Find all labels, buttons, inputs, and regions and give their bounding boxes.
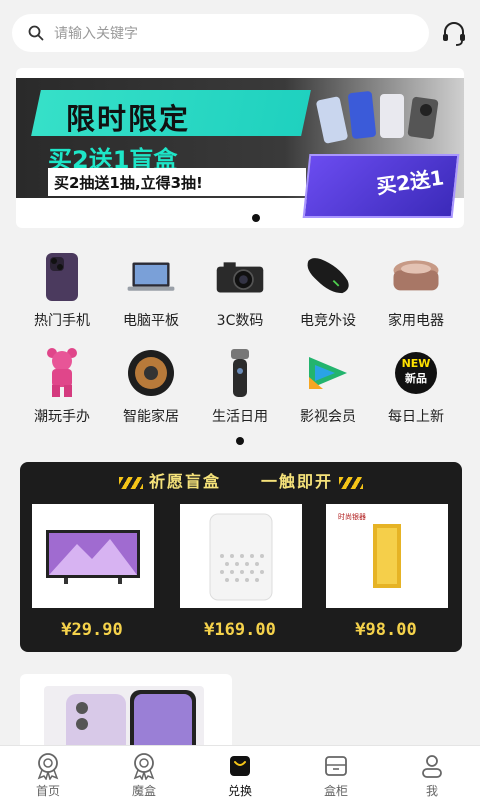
wish-item-card[interactable] (180, 504, 302, 608)
laptop-icon (126, 250, 176, 304)
category-label: 影视会员 (300, 409, 356, 425)
category-label: 电竞外设 (300, 313, 356, 329)
wish-title: 祈愿盲盒 (148, 472, 221, 491)
user-icon (422, 755, 442, 778)
cabinet-icon (325, 756, 347, 776)
category-label: 生活日用 (212, 409, 268, 425)
nav-cabinet[interactable]: 盒柜 (288, 746, 384, 800)
promo-banner[interactable]: 限时限定 买2送1盲盒 买2抽送1抽,立得3抽! 买2送1 (16, 68, 464, 228)
category-toys[interactable]: 潮玩手办 (14, 346, 110, 430)
category-daily-goods[interactable]: 生活日用 (192, 346, 288, 430)
category-label: 3C数码 (216, 313, 264, 329)
category-hot-phones[interactable]: 热门手机 (14, 250, 110, 334)
badge-new-text: NEW (401, 357, 431, 370)
wish-item-card[interactable] (32, 504, 154, 608)
robot-vacuum-icon (126, 346, 176, 400)
nav-label: 首页 (35, 784, 60, 798)
nav-magic-box[interactable]: 魔盒 (96, 746, 192, 800)
carousel-indicator (252, 214, 260, 222)
nav-label: 魔盒 (131, 784, 156, 798)
nav-exchange[interactable]: 兑换 (192, 746, 288, 800)
rice-cooker-icon (391, 250, 441, 304)
search-input[interactable]: 请输入关键字 (12, 14, 429, 52)
tv-icon (46, 530, 140, 584)
medal-icon (133, 753, 155, 780)
top-bar: 请输入关键字 (0, 0, 480, 62)
wish-blind-box-section: 祈愿盲盒 一触即开 时尚银器 ¥29.90 ¥169.00 ¥98.00 (20, 462, 462, 652)
category-label: 智能家居 (123, 409, 179, 425)
category-3c-digital[interactable]: 3C数码 (192, 250, 288, 334)
badge-new-cn-text: 新品 (405, 372, 427, 385)
category-label: 每日上新 (388, 409, 444, 425)
category-smart-home[interactable]: 智能家居 (103, 346, 199, 430)
medal-icon (37, 753, 59, 780)
smartphone-icon (37, 250, 87, 304)
category-label: 潮玩手办 (34, 409, 90, 425)
nav-home[interactable]: 首页 (0, 746, 96, 800)
nav-label: 兑换 (227, 784, 252, 798)
stripe-decoration (339, 476, 364, 489)
new-badge-icon: NEW 新品 (391, 346, 441, 400)
gaming-mouse-icon (303, 250, 353, 304)
bottom-nav: 首页 魔盒 兑换 盒柜 我 (0, 745, 480, 800)
category-label: 热门手机 (34, 313, 90, 329)
nav-me[interactable]: 我 (384, 746, 480, 800)
shaver-icon (215, 346, 265, 400)
wish-header: 祈愿盲盒 一触即开 (20, 468, 462, 496)
category-appliances[interactable]: 家用电器 (368, 250, 464, 334)
phones-illustration-icon (316, 91, 439, 144)
category-video-membership[interactable]: 影视会员 (280, 346, 376, 430)
search-placeholder: 请输入关键字 (54, 26, 138, 42)
bear-figure-icon (37, 346, 87, 400)
stripe-decoration (118, 476, 143, 489)
shopping-bag-icon (230, 756, 250, 776)
category-label: 电脑平板 (123, 313, 179, 329)
nav-label: 盒柜 (323, 784, 348, 798)
air-purifier-icon (209, 513, 273, 601)
camera-icon (215, 250, 265, 304)
category-esports[interactable]: 电竞外设 (280, 250, 376, 334)
banner-subtitle: 买2抽送1抽,立得3抽! (48, 168, 306, 196)
nav-label: 我 (425, 784, 438, 798)
wish-item-price: ¥29.90 (61, 620, 123, 640)
product-card[interactable] (20, 674, 232, 754)
customer-service-icon[interactable] (440, 20, 468, 48)
wish-item-card[interactable]: 时尚银器 (326, 504, 448, 608)
wish-item-price: ¥98.00 (355, 620, 417, 640)
category-label: 家用电器 (388, 313, 444, 329)
category-page-indicator (236, 437, 244, 445)
search-icon (28, 25, 44, 41)
video-play-icon (303, 346, 353, 400)
category-computers[interactable]: 电脑平板 (103, 250, 199, 334)
banner-title: 限时限定 (66, 102, 191, 136)
category-daily-new[interactable]: NEW 新品 每日上新 (368, 346, 464, 430)
wish-subtitle: 一触即开 (261, 472, 334, 491)
gold-bar-brand: 时尚银器 (338, 513, 366, 521)
wish-item-price: ¥169.00 (204, 620, 276, 640)
